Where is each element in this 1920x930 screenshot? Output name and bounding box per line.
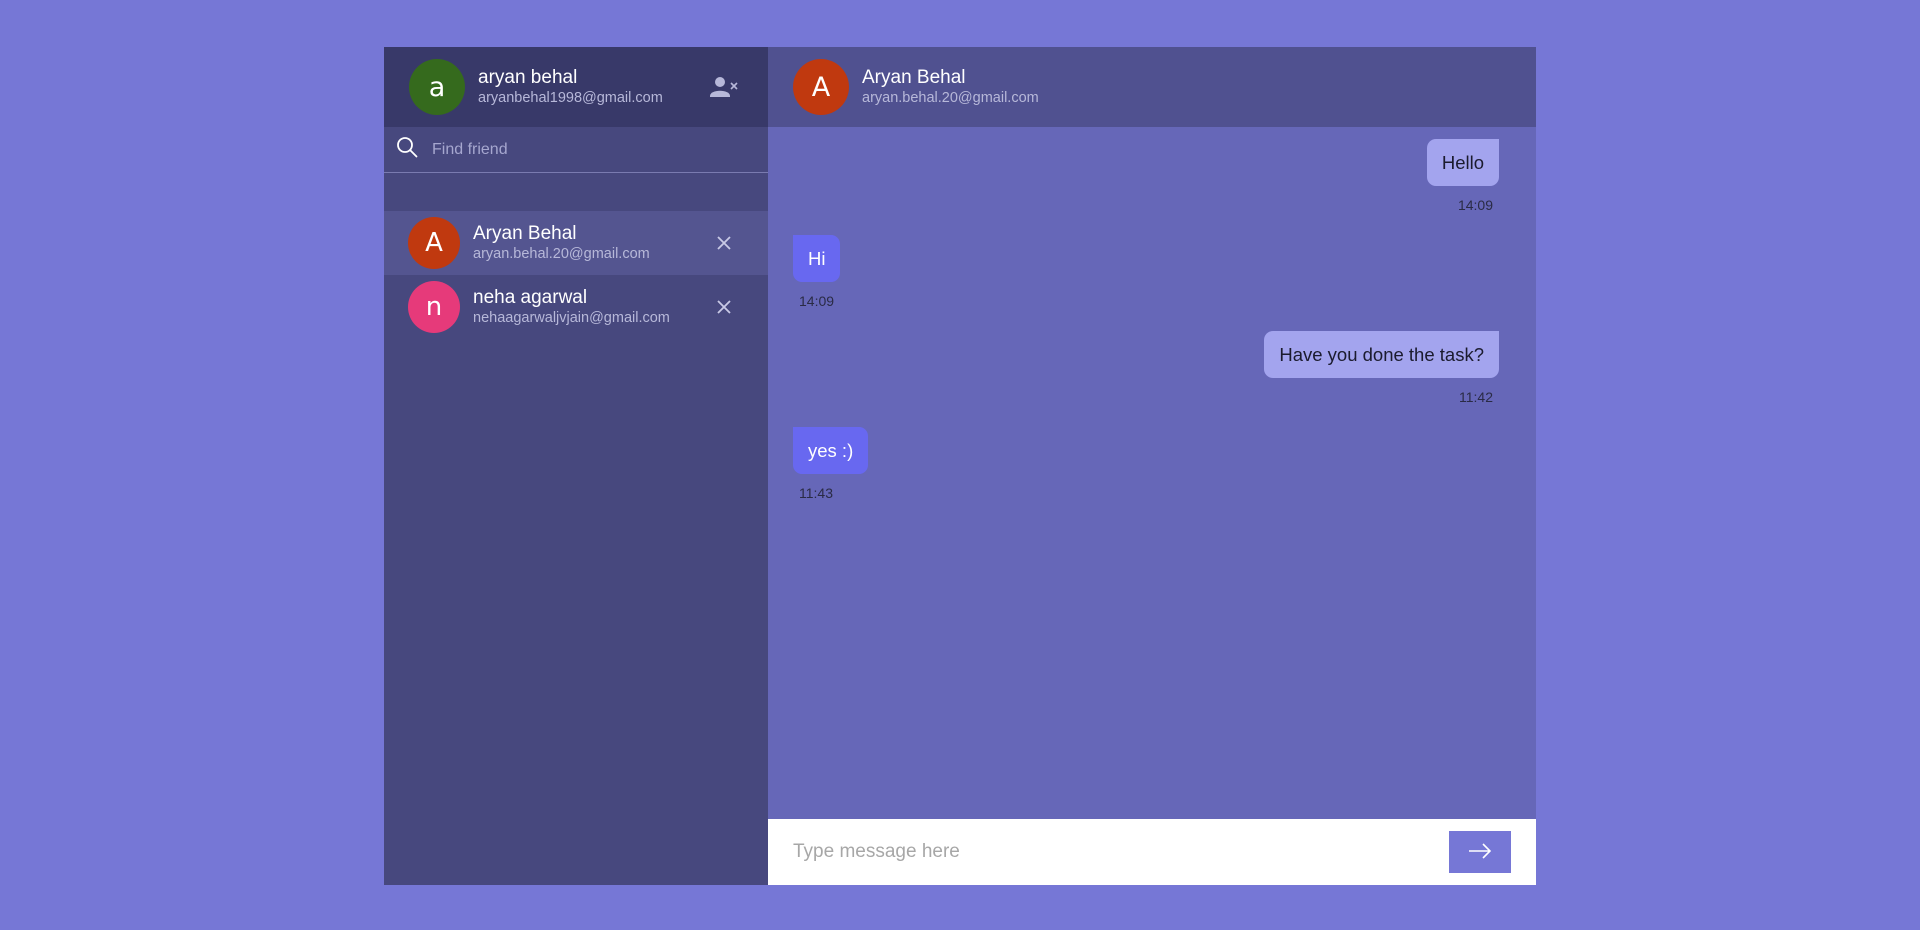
current-user-name: aryan behal	[478, 67, 578, 88]
message-composer	[768, 819, 1536, 885]
message-bubble: Hi	[793, 235, 841, 282]
contact-info: neha agarwal nehaagarwaljvjain@gmail.com	[473, 287, 670, 327]
current-user-avatar: a	[409, 59, 465, 115]
chat-partner-avatar: A	[793, 59, 849, 115]
message-received: yes :) 11:43	[793, 427, 1499, 501]
contact-name: neha agarwal	[473, 287, 588, 308]
chat-partner-info: Aryan Behal aryan.behal.20@gmail.com	[862, 67, 1039, 107]
contact-initial: A	[425, 228, 443, 258]
message-time: 11:43	[799, 485, 833, 501]
sidebar: a aryan behal aryanbehal1998@gmail.com F…	[384, 47, 768, 885]
message-sent: Hello 14:09	[793, 139, 1499, 213]
chat-partner-name: Aryan Behal	[862, 67, 966, 88]
contact-item-neha-agarwal[interactable]: n neha agarwal nehaagarwaljvjain@gmail.c…	[384, 275, 768, 339]
contact-email: aryan.behal.20@gmail.com	[473, 246, 650, 262]
current-user-email: aryanbehal1998@gmail.com	[478, 90, 663, 106]
message-received: Hi 14:09	[793, 235, 1499, 309]
message-time: 14:09	[799, 293, 835, 309]
message-bubble: yes :)	[793, 427, 869, 474]
current-user-info: aryan behal aryanbehal1998@gmail.com	[478, 67, 663, 107]
message-sent: Have you done the task? 11:42	[793, 331, 1499, 405]
chat-partner-initial: A	[811, 71, 831, 103]
message-bubble: Hello	[1426, 139, 1499, 186]
find-friend-input[interactable]	[432, 140, 752, 159]
close-icon[interactable]	[716, 235, 732, 251]
contact-item-aryan-behal[interactable]: A Aryan Behal aryan.behal.20@gmail.com	[384, 211, 768, 275]
chat-partner-email: aryan.behal.20@gmail.com	[862, 90, 1039, 106]
arrow-right-icon	[1468, 842, 1492, 862]
message-input[interactable]	[793, 841, 1449, 863]
contact-avatar: n	[408, 281, 460, 333]
search-bar	[384, 127, 768, 173]
search-icon	[396, 136, 418, 163]
contact-email: nehaagarwaljvjain@gmail.com	[473, 310, 670, 326]
send-button[interactable]	[1449, 831, 1511, 873]
current-user-header: a aryan behal aryanbehal1998@gmail.com	[384, 47, 768, 127]
message-time: 11:42	[1459, 389, 1493, 405]
current-user-initial: a	[428, 71, 446, 103]
chat-app: a aryan behal aryanbehal1998@gmail.com F…	[384, 47, 1536, 885]
close-icon[interactable]	[716, 299, 732, 315]
message-bubble: Have you done the task?	[1264, 331, 1499, 378]
contact-avatar: A	[408, 217, 460, 269]
user-remove-icon[interactable]	[710, 75, 740, 99]
contact-initial: n	[425, 292, 443, 322]
chat-panel: A Aryan Behal aryan.behal.20@gmail.com H…	[768, 47, 1536, 885]
contact-list: A Aryan Behal aryan.behal.20@gmail.com n	[384, 173, 768, 339]
contact-info: Aryan Behal aryan.behal.20@gmail.com	[473, 223, 650, 263]
contact-name: Aryan Behal	[473, 223, 577, 244]
message-list: Hello 14:09 Hi 14:09 Have you done the t…	[768, 127, 1536, 819]
chat-header: A Aryan Behal aryan.behal.20@gmail.com	[768, 47, 1536, 127]
message-time: 14:09	[1457, 197, 1493, 213]
